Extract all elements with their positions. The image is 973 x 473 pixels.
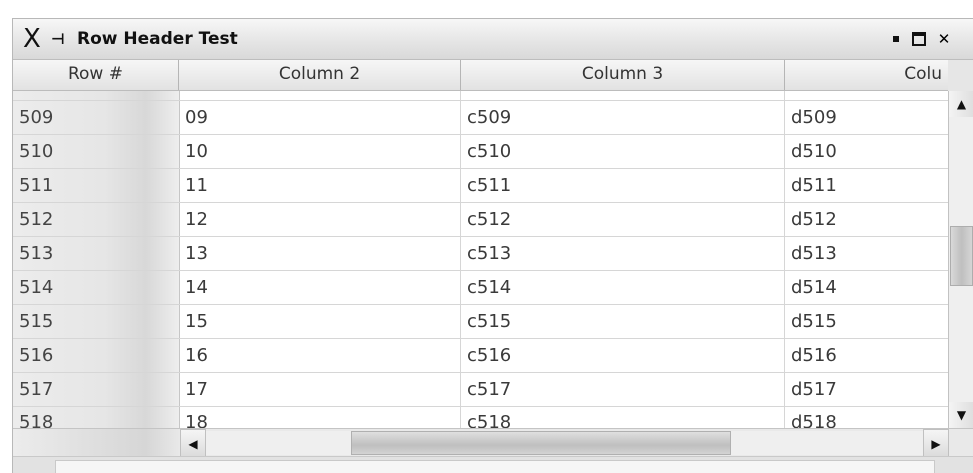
scroll-right-button[interactable]: ▶ [923,429,949,457]
row-header-cell: 511 [19,175,54,196]
status-field [55,460,935,473]
table-row[interactable]: 509 09 c509 d509 [13,101,948,135]
table-cell[interactable]: d517 [785,373,948,407]
table-row[interactable]: 513 13 c513 d513 [13,237,948,271]
table-cell[interactable]: 11 [179,169,461,203]
table-row[interactable]: 518 18 c518 d518 [13,407,948,428]
app-window: X ⊣ Row Header Test ✕ Row # Column 2 Col… [12,18,973,473]
status-strip [13,456,973,473]
table-cell[interactable]: d509 [785,101,948,135]
table-cell[interactable]: 13 [179,237,461,271]
table-cell[interactable]: c509 [461,101,785,135]
row-header-cell: 513 [19,243,54,264]
row-header-cell: 510 [19,141,54,162]
header-row-number[interactable]: Row # [13,60,179,90]
header-column-3[interactable]: Column 3 [461,60,785,90]
scroll-left-button[interactable]: ◀ [180,429,206,457]
table-row[interactable]: 515 15 c515 d515 [13,305,948,339]
table-cell[interactable]: d512 [785,203,948,237]
table-cell[interactable]: d514 [785,271,948,305]
table-cell[interactable]: 12 [179,203,461,237]
table-cell[interactable]: d515 [785,305,948,339]
table-row[interactable]: 517 17 c517 d517 [13,373,948,407]
vertical-scrollbar[interactable]: ▲ ▼ [948,91,973,428]
table-cell[interactable]: c516 [461,339,785,373]
table-cell[interactable]: 09 [179,101,461,135]
pin-icon[interactable]: ⊣ [51,28,73,50]
table-cell[interactable]: c517 [461,373,785,407]
table-cell[interactable]: d511 [785,169,948,203]
row-header-cell: 508 [13,91,179,101]
table-row[interactable]: 512 12 c512 d512 [13,203,948,237]
maximize-button[interactable] [909,29,929,49]
horizontal-scrollbar[interactable]: ◀ ▶ [13,428,973,457]
table-cell[interactable]: c518 [461,407,785,428]
table-cell[interactable]: c511 [461,169,785,203]
row-header-cell: 517 [19,379,54,400]
table-cell[interactable]: 10 [179,135,461,169]
table-cell[interactable]: 15 [179,305,461,339]
table-cell[interactable]: d516 [785,339,948,373]
table-cell[interactable]: c513 [461,237,785,271]
window-title: Row Header Test [77,29,238,49]
table-row[interactable]: 508 08 c508 d508 [13,91,948,101]
row-header-cell: 516 [19,345,54,366]
vertical-scroll-thumb[interactable] [950,226,973,286]
scroll-down-button[interactable]: ▼ [949,402,973,428]
table-cell[interactable]: d510 [785,135,948,169]
table-cell[interactable]: d518 [785,407,948,428]
row-header-cell: 515 [19,311,54,332]
table-cell[interactable]: c512 [461,203,785,237]
table-cell[interactable]: c514 [461,271,785,305]
table-header: Row # Column 2 Column 3 Colu [13,60,948,91]
horizontal-scroll-thumb[interactable] [351,431,731,455]
row-header-cell: 509 [19,107,54,128]
table-cell[interactable]: c515 [461,305,785,339]
header-column-4[interactable]: Colu [785,60,948,90]
table-row[interactable]: 510 10 c510 d510 [13,135,948,169]
table-cell[interactable]: 17 [179,373,461,407]
scroll-up-button[interactable]: ▲ [949,91,973,117]
row-header-corner [13,429,179,457]
table-cell[interactable]: c510 [461,135,785,169]
table-body: 508 08 c508 d508 50909c509d50951010c510d… [13,91,948,428]
table-cell[interactable]: d513 [785,237,948,271]
title-bar[interactable]: X ⊣ Row Header Test ✕ [13,19,973,60]
table-cell[interactable]: d508 [785,91,948,101]
close-button[interactable]: ✕ [933,29,955,49]
table-row[interactable]: 514 14 c514 d514 [13,271,948,305]
table-row[interactable]: 516 16 c516 d516 [13,339,948,373]
table-cell[interactable]: c508 [461,91,785,101]
table-cell[interactable]: 08 [179,91,461,101]
row-header-cell: 512 [19,209,54,230]
minimize-button[interactable] [886,29,906,49]
table-cell[interactable]: 16 [179,339,461,373]
header-column-2[interactable]: Column 2 [179,60,461,90]
row-header-cell: 518 [19,412,54,428]
row-header-cell: 514 [19,277,54,298]
table-cell[interactable]: 18 [179,407,461,428]
table-cell[interactable]: 14 [179,271,461,305]
table-row[interactable]: 511 11 c511 d511 [13,169,948,203]
